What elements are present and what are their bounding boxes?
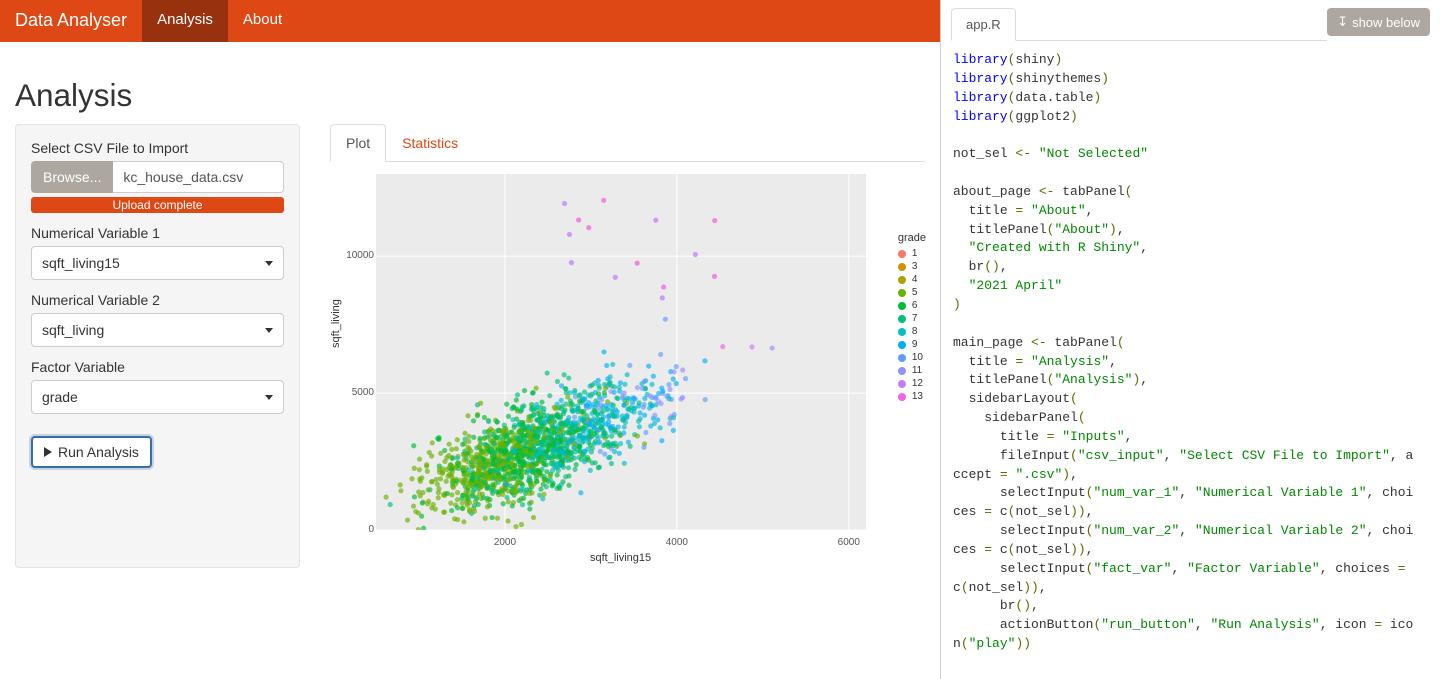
legend-value: 6 [912, 300, 918, 311]
legend-item: 8 [898, 326, 926, 337]
legend-value: 9 [912, 339, 918, 350]
legend-value: 7 [912, 313, 918, 324]
fact-var-label: Factor Variable [31, 359, 284, 375]
legend-item: 9 [898, 339, 926, 350]
legend-item: 7 [898, 313, 926, 324]
legend-item: 3 [898, 261, 926, 272]
num-var-2-select[interactable]: sqft_living [31, 313, 284, 347]
legend-item: 5 [898, 287, 926, 298]
brand-title: Data Analyser [0, 0, 142, 42]
legend-swatch-icon [898, 250, 906, 258]
legend-swatch-icon [898, 289, 906, 297]
num-var-1-label: Numerical Variable 1 [31, 225, 284, 241]
fact-var-value: grade [42, 389, 78, 405]
scatter-plot [376, 174, 866, 530]
caret-down-icon [265, 261, 273, 266]
legend-swatch-icon [898, 354, 906, 362]
legend-item: 12 [898, 378, 926, 389]
y-tick-label: 10000 [340, 250, 374, 261]
legend-value: 10 [912, 352, 923, 363]
num-var-1-value: sqft_living15 [42, 255, 120, 271]
nav-tab-about[interactable]: About [228, 0, 297, 42]
y-tick-label: 0 [340, 524, 374, 535]
legend-value: 4 [912, 274, 918, 285]
x-tick-label: 6000 [838, 537, 860, 548]
caret-down-icon [265, 395, 273, 400]
legend-item: 13 [898, 391, 926, 402]
legend-swatch-icon [898, 315, 906, 323]
y-axis-label: sqft_living [330, 299, 342, 348]
legend-item: 10 [898, 352, 926, 363]
run-analysis-label: Run Analysis [58, 444, 139, 460]
play-icon [44, 447, 52, 457]
sidebar-panel: Select CSV File to Import Browse... kc_h… [15, 124, 300, 568]
code-listing[interactable]: library(shiny) library(shinythemes) libr… [941, 41, 1440, 679]
upload-progress-bar: Upload complete [31, 197, 284, 213]
browse-button[interactable]: Browse... [31, 161, 113, 193]
tab-statistics[interactable]: Statistics [386, 124, 474, 162]
show-below-label: show below [1352, 15, 1420, 30]
legend-swatch-icon [898, 302, 906, 310]
legend-swatch-icon [898, 380, 906, 388]
legend-value: 13 [912, 391, 923, 402]
run-analysis-button[interactable]: Run Analysis [31, 436, 152, 468]
legend-swatch-icon [898, 328, 906, 336]
x-tick-label: 4000 [666, 537, 688, 548]
num-var-2-label: Numerical Variable 2 [31, 292, 284, 308]
tab-plot[interactable]: Plot [330, 124, 386, 162]
showcase-code-panel: app.R ↧ show below library(shiny) librar… [940, 0, 1440, 679]
file-name-display: kc_house_data.csv [113, 161, 284, 193]
num-var-2-value: sqft_living [42, 322, 104, 338]
legend-swatch-icon [898, 393, 906, 401]
legend-value: 8 [912, 326, 918, 337]
fact-var-select[interactable]: grade [31, 380, 284, 414]
legend-swatch-icon [898, 341, 906, 349]
legend-swatch-icon [898, 263, 906, 271]
legend-swatch-icon [898, 276, 906, 284]
arrow-down-icon: ↧ [1337, 14, 1348, 30]
show-below-button[interactable]: ↧ show below [1327, 8, 1430, 36]
legend-item: 11 [898, 365, 926, 376]
legend-item: 6 [898, 300, 926, 311]
legend-item: 1 [898, 248, 926, 259]
legend-value: 11 [912, 365, 922, 376]
legend-value: 12 [912, 378, 923, 389]
x-axis-label: sqft_living15 [590, 552, 651, 564]
num-var-1-select[interactable]: sqft_living15 [31, 246, 284, 280]
page-title: Analysis [15, 77, 925, 114]
caret-down-icon [265, 328, 273, 333]
file-input-label: Select CSV File to Import [31, 140, 284, 156]
legend-value: 3 [912, 261, 918, 272]
navbar: Data Analyser Analysis About [0, 0, 940, 42]
legend-value: 1 [912, 248, 918, 259]
nav-tab-analysis[interactable]: Analysis [142, 0, 228, 42]
legend-swatch-icon [898, 367, 906, 375]
x-tick-label: 2000 [494, 537, 516, 548]
legend-value: 5 [912, 287, 918, 298]
plot-legend: grade 1345678910111213 [898, 232, 926, 404]
code-tab-app-r[interactable]: app.R [951, 8, 1016, 41]
main-tabs: Plot Statistics [330, 124, 925, 162]
legend-title: grade [898, 232, 926, 244]
legend-item: 4 [898, 274, 926, 285]
y-tick-label: 5000 [340, 387, 374, 398]
plot-output: sqft_living sqft_living15 0 5000 10000 200… [330, 168, 920, 568]
